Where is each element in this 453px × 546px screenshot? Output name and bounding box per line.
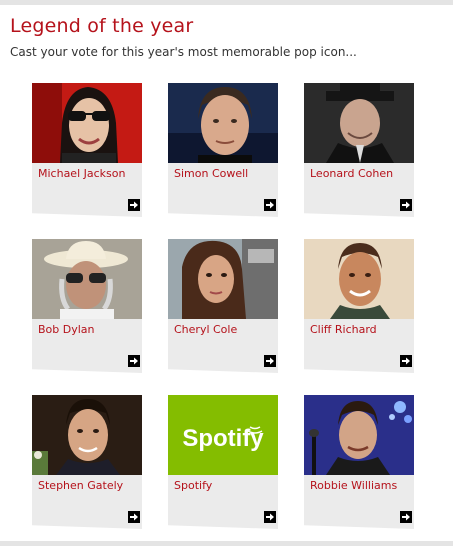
candidate-photo xyxy=(32,239,142,319)
candidate-card-cliff-richard[interactable]: Cliff Richard xyxy=(304,239,414,373)
arrow-right-icon[interactable] xyxy=(400,199,412,211)
candidate-name[interactable]: Robbie Williams xyxy=(310,479,397,492)
candidate-card-robbie-williams[interactable]: Robbie Williams xyxy=(304,395,414,529)
candidate-photo xyxy=(304,239,414,319)
candidate-name[interactable]: Leonard Cohen xyxy=(310,167,393,180)
candidate-name[interactable]: Cliff Richard xyxy=(310,323,377,336)
candidate-photo xyxy=(168,83,278,163)
candidate-photo xyxy=(168,239,278,319)
arrow-right-icon[interactable] xyxy=(264,199,276,211)
candidate-photo: Spotify xyxy=(168,395,278,475)
candidate-photo xyxy=(304,395,414,475)
candidate-photo xyxy=(32,395,142,475)
vote-panel: Legend of the year Cast your vote for th… xyxy=(0,5,453,541)
page-subtitle: Cast your vote for this year's most memo… xyxy=(10,45,357,59)
candidate-name[interactable]: Spotify xyxy=(174,479,212,492)
candidate-card-simon-cowell[interactable]: Simon Cowell xyxy=(168,83,278,217)
arrow-right-icon[interactable] xyxy=(128,199,140,211)
candidate-card-cheryl-cole[interactable]: Cheryl Cole xyxy=(168,239,278,373)
spotify-logo: Spotify xyxy=(182,425,264,452)
candidate-card-bob-dylan[interactable]: Bob Dylan xyxy=(32,239,142,373)
candidate-card-leonard-cohen[interactable]: Leonard Cohen xyxy=(304,83,414,217)
candidate-name[interactable]: Simon Cowell xyxy=(174,167,248,180)
candidate-name[interactable]: Stephen Gately xyxy=(38,479,123,492)
arrow-right-icon[interactable] xyxy=(400,511,412,523)
candidate-card-stephen-gately[interactable]: Stephen Gately xyxy=(32,395,142,529)
arrow-right-icon[interactable] xyxy=(128,511,140,523)
candidate-name[interactable]: Cheryl Cole xyxy=(174,323,237,336)
candidate-photo xyxy=(304,83,414,163)
arrow-right-icon[interactable] xyxy=(264,511,276,523)
candidate-name[interactable]: Bob Dylan xyxy=(38,323,95,336)
arrow-right-icon[interactable] xyxy=(400,355,412,367)
arrow-right-icon[interactable] xyxy=(128,355,140,367)
page-title: Legend of the year xyxy=(10,15,194,37)
candidate-card-michael-jackson[interactable]: Michael Jackson xyxy=(32,83,142,217)
candidate-photo xyxy=(32,83,142,163)
candidate-card-spotify[interactable]: Spotify Spotify xyxy=(168,395,278,529)
candidate-name[interactable]: Michael Jackson xyxy=(38,167,125,180)
arrow-right-icon[interactable] xyxy=(264,355,276,367)
